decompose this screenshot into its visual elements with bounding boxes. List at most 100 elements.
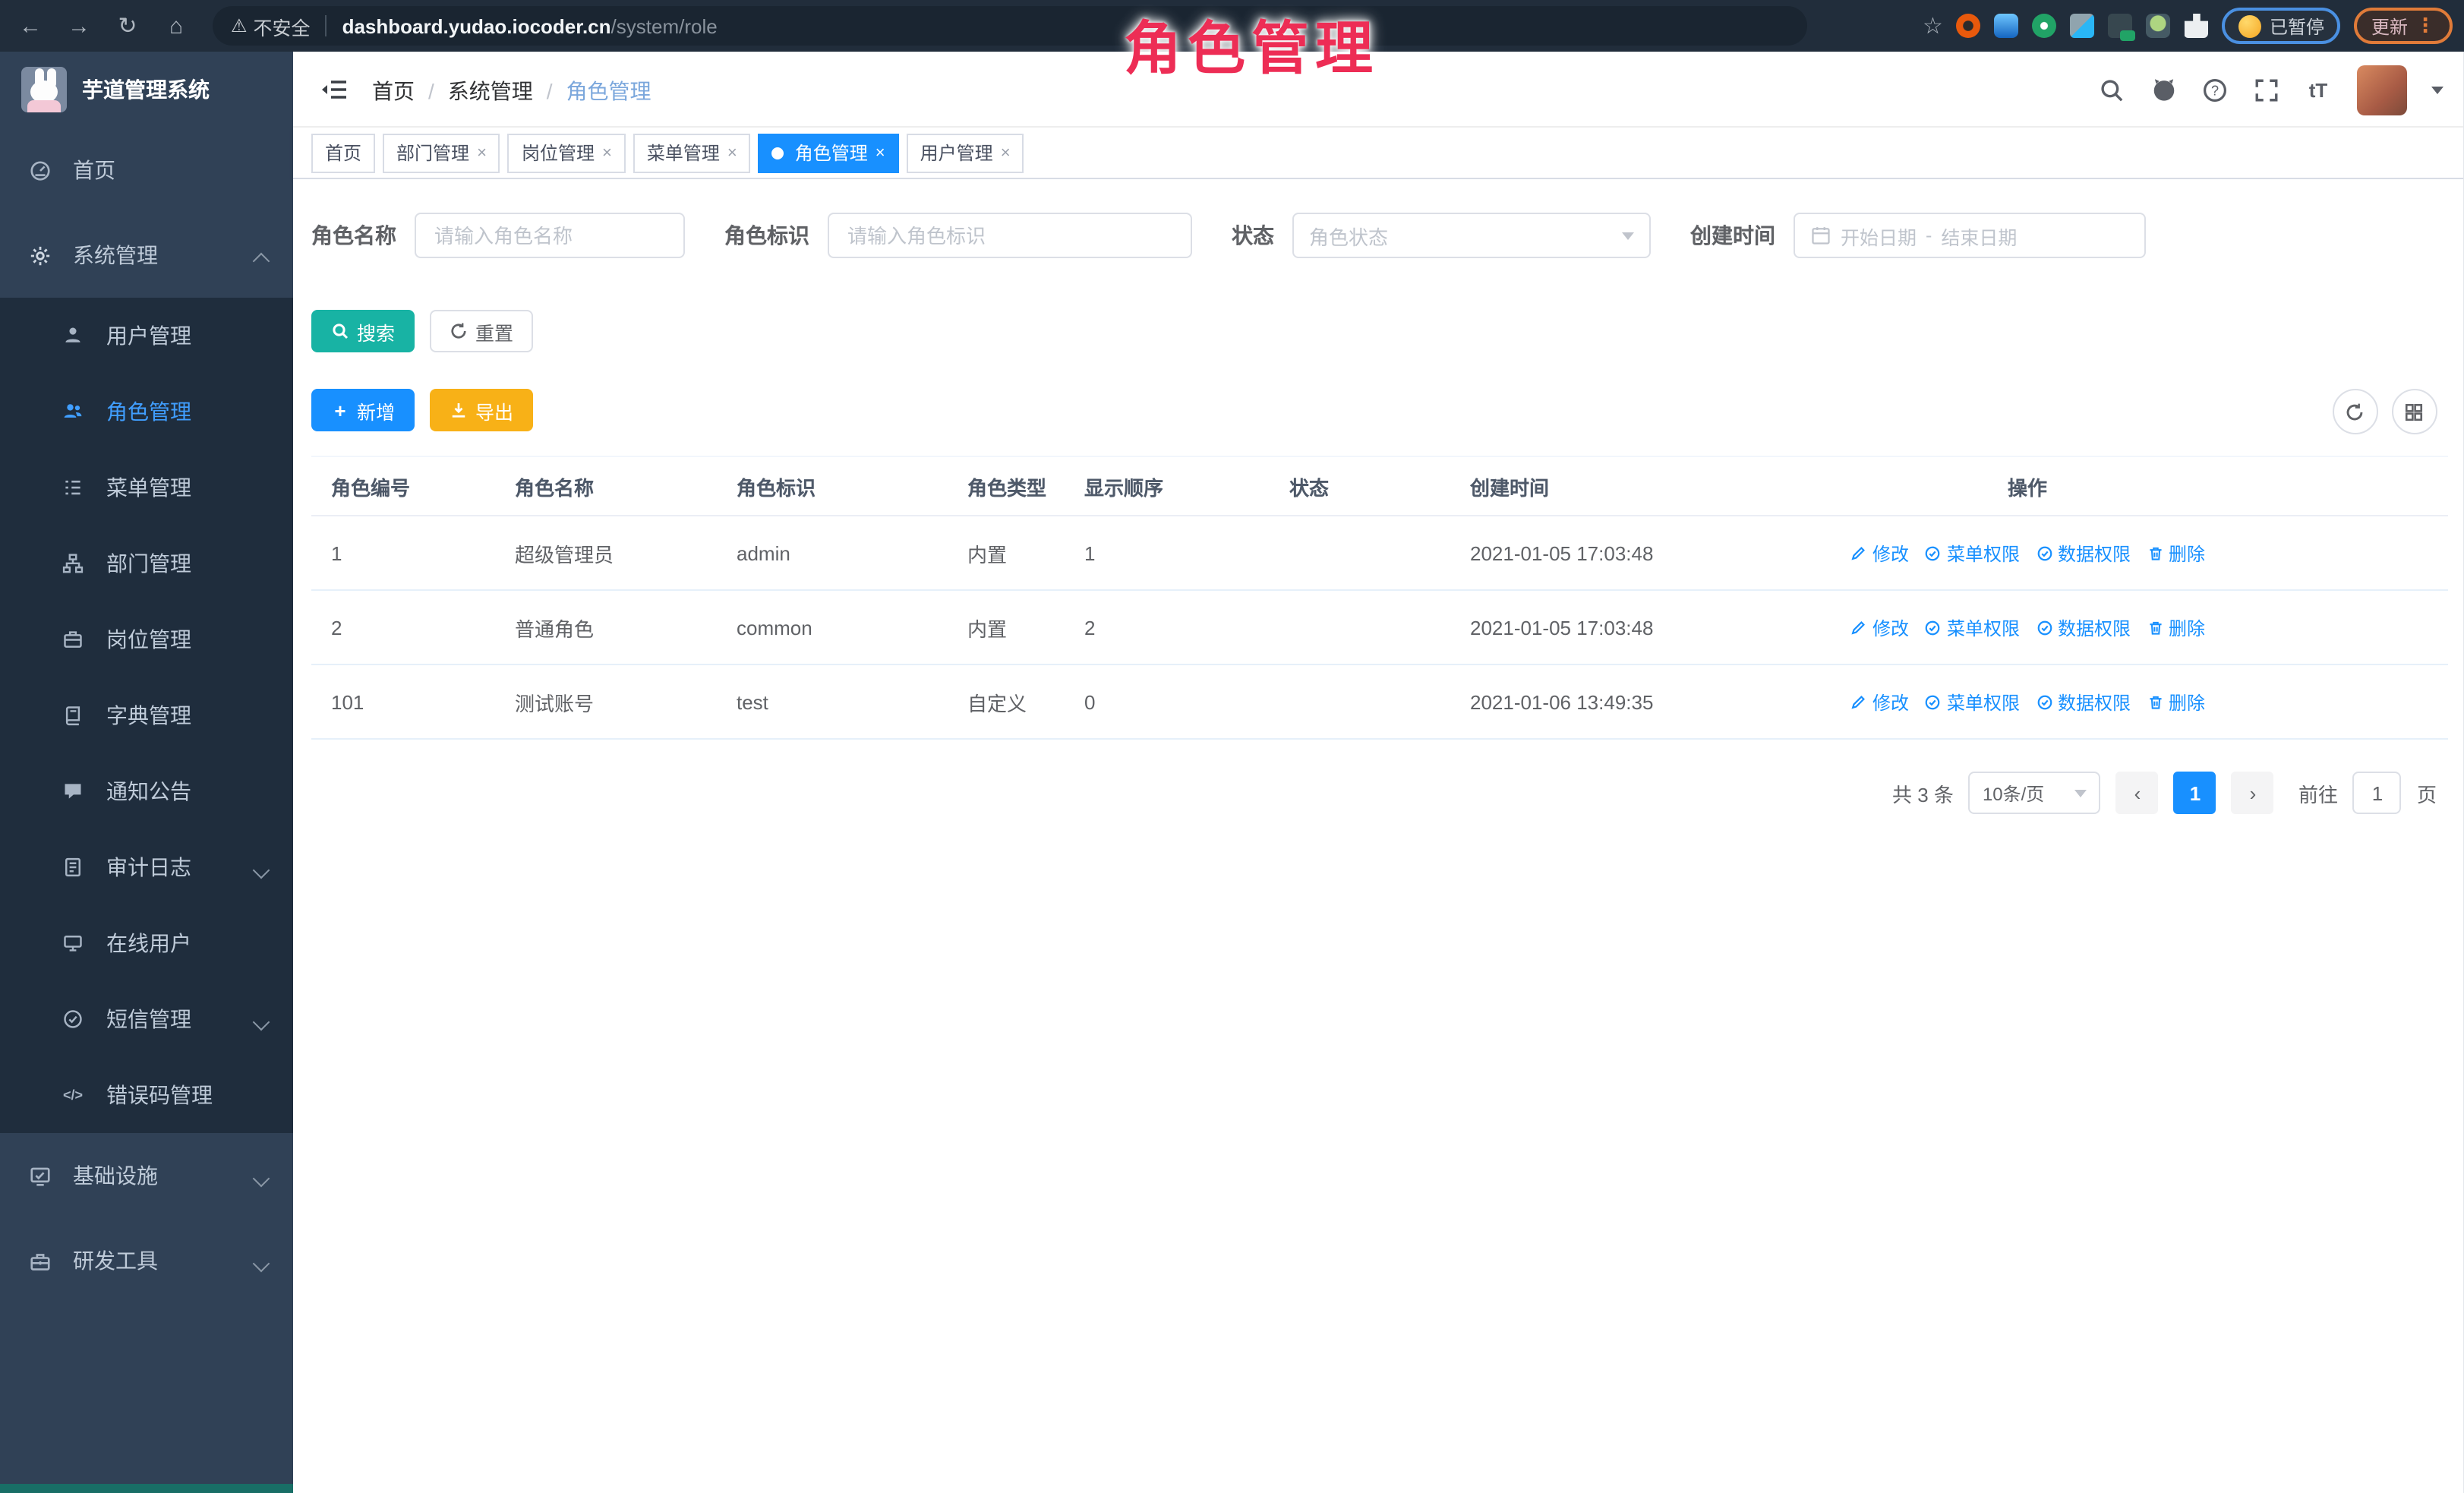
search-button[interactable]: 搜索 [311, 310, 415, 352]
tag-tab-posts[interactable]: 岗位管理 × [508, 133, 626, 172]
tag-tab-home[interactable]: 首页 [311, 133, 375, 172]
logo-image [21, 67, 67, 112]
sidebar-item-label: 用户管理 [106, 320, 191, 351]
trash-icon [2146, 693, 2164, 711]
chevron-down-icon [254, 1253, 269, 1268]
close-tab-icon[interactable]: × [727, 144, 737, 162]
cell-role-key: admin [717, 541, 948, 564]
tag-tab-roles-active[interactable]: 角色管理 × [759, 133, 899, 172]
svg-text:?: ? [2211, 82, 2219, 97]
extension-icon[interactable] [2147, 14, 2171, 38]
extension-icon[interactable] [1957, 14, 1981, 38]
browser-back-icon[interactable]: ← [12, 8, 49, 44]
delete-link[interactable]: 删除 [2146, 540, 2205, 566]
next-page-button[interactable]: › [2232, 772, 2274, 814]
export-button[interactable]: 导出 [430, 389, 533, 431]
search-icon[interactable] [2098, 76, 2125, 103]
edit-link[interactable]: 修改 [1850, 540, 1909, 566]
add-button[interactable]: + 新增 [311, 389, 415, 431]
status-label: 状态 [1232, 220, 1274, 251]
extension-icon[interactable] [2033, 14, 2057, 38]
browser-update-button[interactable]: 更新 ⋮ [2355, 8, 2452, 44]
app-logo[interactable]: 芋道管理系统 [0, 52, 293, 128]
dashboard-icon [27, 158, 52, 182]
menu-permission-link[interactable]: 菜单权限 [1924, 614, 2020, 640]
delete-label: 删除 [2169, 689, 2205, 715]
gear-icon [27, 243, 52, 267]
status-select[interactable]: 角色状态 [1292, 213, 1651, 258]
extension-icon[interactable] [2071, 14, 2095, 38]
tag-tab-departments[interactable]: 部门管理 × [383, 133, 500, 172]
font-size-icon[interactable]: tT [2305, 76, 2332, 103]
page-size-select[interactable]: 10条/页 [1969, 772, 2101, 814]
help-icon[interactable]: ? [2201, 76, 2229, 103]
user-avatar[interactable] [2356, 65, 2406, 115]
edit-link[interactable]: 修改 [1850, 689, 1909, 715]
sidebar-item-system[interactable]: 系统管理 [0, 213, 293, 298]
close-tab-icon[interactable]: × [477, 144, 487, 162]
github-icon[interactable] [2150, 76, 2177, 103]
col-header: 角色标识 [717, 472, 948, 500]
sidebar-item-announcements[interactable]: 通知公告 [0, 753, 293, 829]
sidebar-item-menus[interactable]: 菜单管理 [0, 450, 293, 526]
trash-icon [2146, 544, 2164, 562]
page-number-current[interactable]: 1 [2174, 772, 2216, 814]
close-tab-icon[interactable]: × [875, 144, 885, 162]
menu-permission-link[interactable]: 菜单权限 [1924, 689, 2020, 715]
breadcrumb-home[interactable]: 首页 [372, 76, 415, 106]
sidebar-item-posts[interactable]: 岗位管理 [0, 601, 293, 677]
sidebar-item-departments[interactable]: 部门管理 [0, 526, 293, 601]
sidebar-item-roles[interactable]: 角色管理 [0, 374, 293, 450]
sidebar-item-users[interactable]: 用户管理 [0, 298, 293, 374]
sidebar-item-home[interactable]: 首页 [0, 128, 293, 213]
browser-home-icon[interactable]: ⌂ [158, 8, 194, 44]
data-permission-link[interactable]: 数据权限 [2035, 540, 2131, 566]
goto-page-input[interactable] [2353, 772, 2402, 814]
reset-button[interactable]: 重置 [430, 310, 533, 352]
menu-permission-label: 菜单权限 [1947, 614, 2020, 640]
extension-icon[interactable] [2109, 14, 2133, 38]
user-menu-caret-icon[interactable] [2431, 86, 2443, 93]
sidebar-item-label: 部门管理 [106, 548, 191, 579]
reset-button-label: 重置 [475, 317, 513, 346]
role-key-input[interactable] [844, 223, 1175, 248]
column-settings-button[interactable] [2391, 389, 2437, 434]
tag-tab-users[interactable]: 用户管理 × [907, 133, 1024, 172]
browser-forward-icon[interactable]: → [61, 8, 97, 44]
bookmark-star-icon[interactable]: ☆ [1923, 12, 1943, 39]
extension-icon[interactable] [1995, 14, 2019, 38]
refresh-table-button[interactable] [2332, 389, 2377, 434]
sidebar-item-label: 审计日志 [106, 852, 191, 882]
breadcrumb-system[interactable]: 系统管理 [448, 76, 533, 106]
browser-menu-icon[interactable]: ⋮ [2415, 14, 2435, 38]
date-range-picker[interactable]: 开始日期 - 结束日期 [1794, 213, 2146, 258]
security-label[interactable]: 不安全 [254, 11, 311, 40]
prev-page-button[interactable]: ‹ [2116, 772, 2159, 814]
data-permission-link[interactable]: 数据权限 [2035, 689, 2131, 715]
sidebar-item-infrastructure[interactable]: 基础设施 [0, 1133, 293, 1218]
address-bar[interactable]: ⚠ 不安全 dashboard.yudao.iocoder.cn /system… [213, 6, 1807, 46]
sidebar-item-sms[interactable]: 短信管理 [0, 981, 293, 1057]
data-permission-link[interactable]: 数据权限 [2035, 614, 2131, 640]
puzzle-extensions-icon[interactable] [2185, 14, 2209, 38]
sidebar-item-online-users[interactable]: 在线用户 [0, 905, 293, 981]
fullscreen-icon[interactable] [2253, 76, 2280, 103]
menu-permission-link[interactable]: 菜单权限 [1924, 540, 2020, 566]
sidebar-item-dictionary[interactable]: 字典管理 [0, 677, 293, 753]
edit-link[interactable]: 修改 [1850, 614, 1909, 640]
sidebar-item-audit-log[interactable]: 审计日志 [0, 829, 293, 905]
role-name-input[interactable] [431, 223, 668, 248]
tag-tab-menus[interactable]: 菜单管理 × [633, 133, 751, 172]
sidebar-fold-icon[interactable] [319, 74, 349, 105]
browser-reload-icon[interactable]: ↻ [109, 8, 146, 44]
close-tab-icon[interactable]: × [602, 144, 612, 162]
close-tab-icon[interactable]: × [1001, 144, 1011, 162]
app-title: 芋道管理系统 [82, 74, 210, 105]
table-toolbar: + 新增 导出 [311, 389, 533, 431]
sidebar-item-dev-tools[interactable]: 研发工具 [0, 1218, 293, 1303]
delete-link[interactable]: 删除 [2146, 689, 2205, 715]
profile-paused-pill[interactable]: 已暂停 [2223, 8, 2341, 44]
sidebar-item-error-codes[interactable]: </> 错误码管理 [0, 1057, 293, 1133]
edit-label: 修改 [1872, 540, 1909, 566]
delete-link[interactable]: 删除 [2146, 614, 2205, 640]
